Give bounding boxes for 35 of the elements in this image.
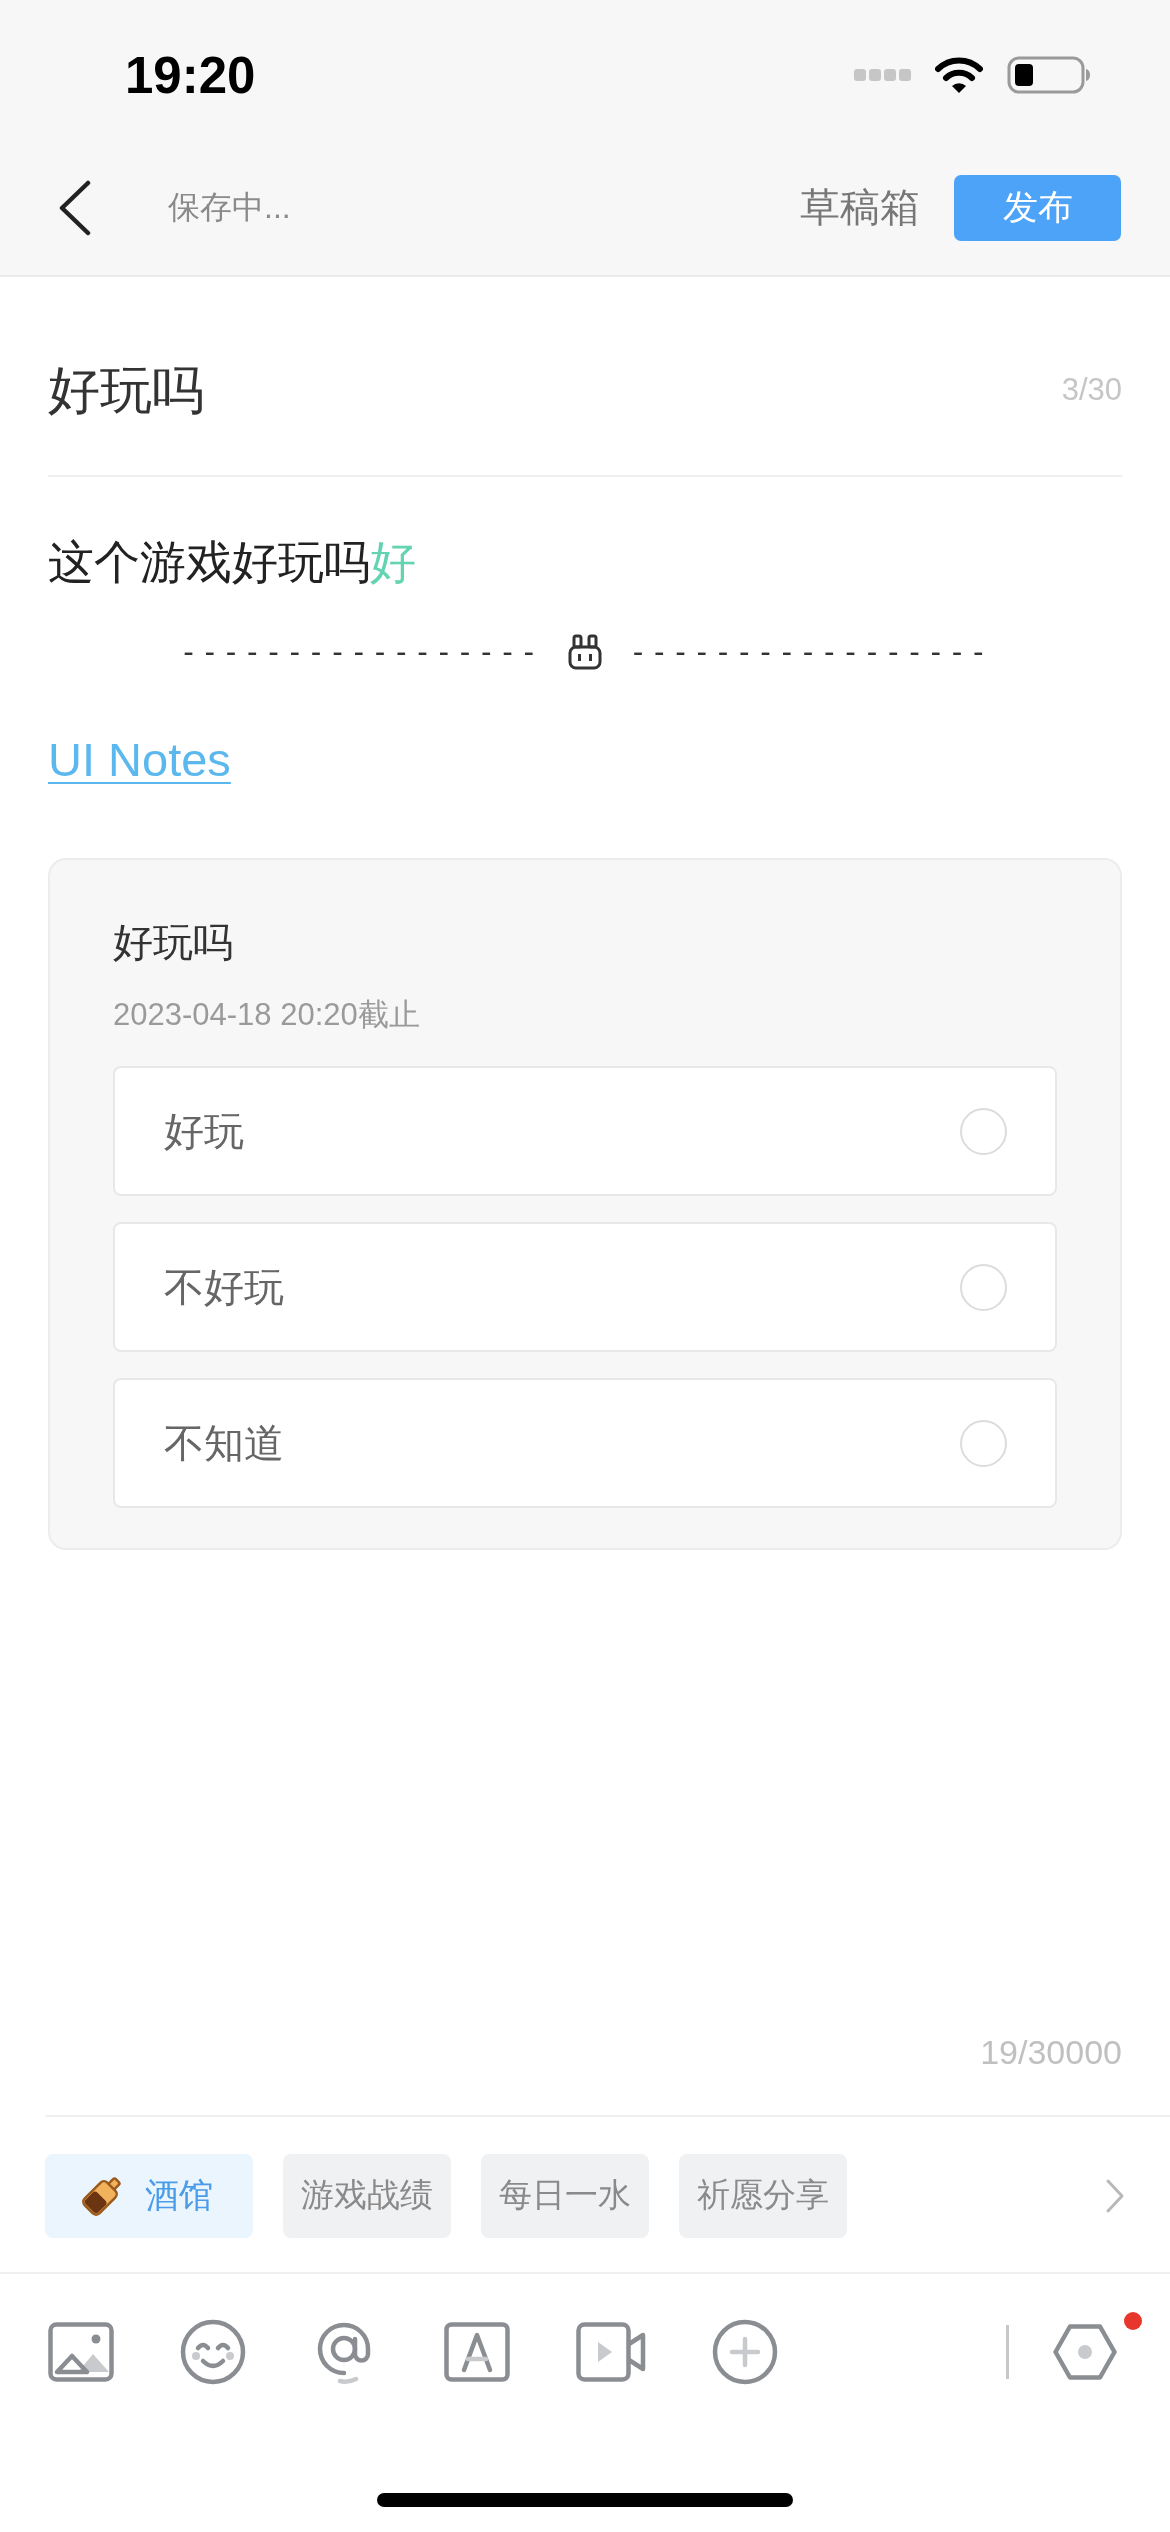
topic-tag[interactable]: 每日一水	[481, 2153, 649, 2238]
title-field[interactable]: 好玩吗	[48, 355, 1062, 425]
signal-icon	[854, 68, 911, 82]
status-time: 19:20	[125, 45, 256, 105]
radio-button[interactable]	[960, 1107, 1007, 1155]
video-icon[interactable]	[576, 2322, 646, 2382]
dashed-line-text: -----------------	[179, 633, 541, 671]
smiley-icon[interactable]	[180, 2319, 246, 2385]
wifi-icon	[935, 56, 983, 94]
battery-icon	[1007, 56, 1091, 94]
char-count: 19/30000	[980, 2032, 1122, 2073]
poll-deadline: 2023-04-18 20:20截止	[113, 996, 421, 1034]
save-status-text: 保存中...	[168, 187, 291, 227]
body-text: 这个游戏好玩吗好	[48, 535, 417, 590]
topic-tag[interactable]: 祈愿分享	[679, 2153, 847, 2238]
poll-title: 好玩吗	[113, 919, 234, 966]
letter-a-icon[interactable]	[444, 2322, 510, 2382]
dashed-line-text: -----------------	[629, 633, 991, 671]
back-icon[interactable]	[58, 179, 92, 236]
drafts-button[interactable]: 草稿箱	[800, 180, 920, 235]
char-count: 3/30	[1061, 372, 1122, 408]
radio-button[interactable]	[960, 1419, 1007, 1467]
link[interactable]: UI Notes	[48, 730, 231, 790]
topic-tag[interactable]: 游戏战绩	[283, 2153, 451, 2238]
poll-option[interactable]: 不好玩	[113, 1222, 1057, 1352]
radio-button[interactable]	[960, 1263, 1007, 1311]
hexagon-icon[interactable]	[1053, 2324, 1117, 2380]
poll-option[interactable]: 好玩	[113, 1066, 1057, 1196]
topic-tag[interactable]: 酒馆	[45, 2153, 253, 2238]
plus-icon[interactable]	[712, 2319, 778, 2385]
image-icon[interactable]	[48, 2322, 114, 2382]
chevron-right-icon[interactable]	[1105, 2177, 1125, 2214]
publish-button[interactable]: 发布	[954, 174, 1121, 241]
poll-option[interactable]: 不知道	[113, 1378, 1057, 1508]
robot-face-icon	[568, 634, 602, 670]
